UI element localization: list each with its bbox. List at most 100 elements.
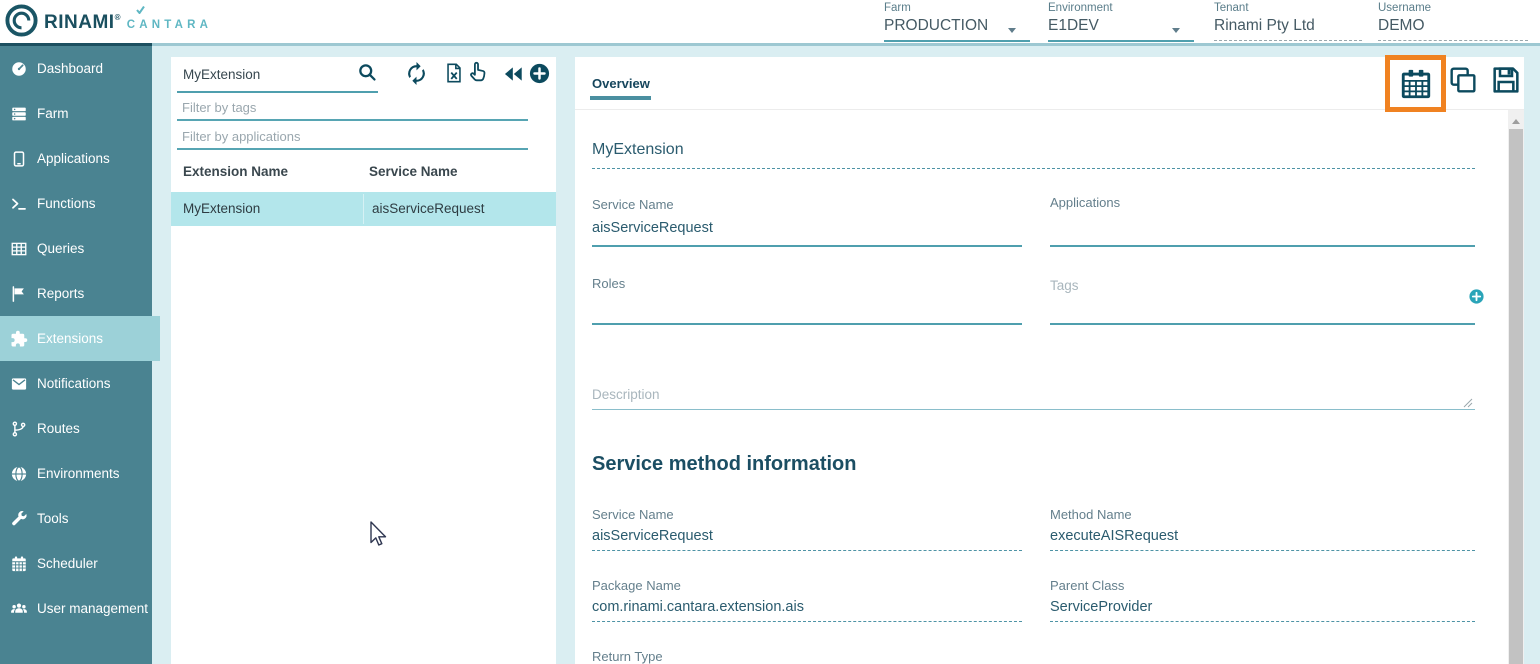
- chevron-down-icon[interactable]: [1172, 28, 1180, 33]
- applications-icon: [10, 150, 28, 168]
- method-service-name-value[interactable]: aisServiceRequest: [592, 528, 1022, 544]
- scrollbar-thumb[interactable]: [1509, 129, 1523, 664]
- scheduler-icon: [10, 555, 28, 573]
- sidebar-item-tools[interactable]: Tools: [0, 496, 152, 541]
- field-underline: [1378, 40, 1528, 41]
- sidebar-item-label: Functions: [37, 196, 96, 211]
- column-header-extension-name: Extension Name: [183, 164, 288, 179]
- header-divider-light: [152, 43, 1540, 46]
- sidebar-item-environments[interactable]: Environments: [0, 451, 152, 496]
- sidebar-item-label: Environments: [37, 466, 120, 481]
- field-underline: [592, 550, 1022, 551]
- environment-select[interactable]: Environment E1DEV: [1048, 2, 1194, 42]
- field-underline: [592, 323, 1022, 325]
- sidebar-item-dashboard[interactable]: Dashboard: [0, 46, 152, 91]
- search-icon[interactable]: [357, 62, 378, 83]
- field-underline: [1050, 323, 1475, 325]
- user-management-icon: [10, 600, 28, 618]
- export-excel-icon[interactable]: [443, 62, 465, 84]
- hand-pointer-icon[interactable]: [465, 60, 490, 85]
- mouse-cursor: [366, 520, 388, 552]
- table-row[interactable]: MyExtension aisServiceRequest: [171, 192, 556, 226]
- sidebar-item-label: Farm: [37, 106, 69, 121]
- sidebar-item-label: Scheduler: [37, 556, 98, 571]
- extension-list-panel: Extension Name Service Name MyExtension …: [171, 57, 556, 664]
- tab-overview[interactable]: Overview: [592, 76, 650, 91]
- service-name-label: Service Name: [592, 197, 1022, 212]
- column-header-service-name: Service Name: [369, 164, 458, 179]
- app-window: RINAMI® CANTARA Farm PRODUCTION Environm…: [0, 0, 1540, 664]
- username-label: Username: [1378, 2, 1528, 14]
- tenant-field[interactable]: Tenant Rinami Pty Ltd: [1214, 2, 1362, 42]
- logo-check-icon: [136, 6, 145, 14]
- functions-icon: [10, 195, 28, 213]
- field-underline: [1050, 621, 1475, 622]
- farm-select[interactable]: Farm PRODUCTION: [884, 2, 1030, 42]
- package-name-label: Package Name: [592, 578, 1022, 593]
- chevron-down-icon[interactable]: [1008, 28, 1016, 33]
- service-name-value[interactable]: aisServiceRequest: [592, 220, 1022, 236]
- package-name-value[interactable]: com.rinami.cantara.extension.ais: [592, 599, 1022, 615]
- sidebar-item-routes[interactable]: Routes: [0, 406, 152, 451]
- sidebar-item-queries[interactable]: Queries: [0, 226, 152, 271]
- tools-icon: [10, 510, 28, 528]
- sidebar-item-label: Dashboard: [37, 61, 103, 76]
- tenant-value: Rinami Pty Ltd: [1214, 17, 1362, 35]
- add-tag-icon[interactable]: [1468, 288, 1485, 305]
- sidebar-item-label: Reports: [37, 286, 84, 301]
- filter-applications-input[interactable]: [180, 128, 524, 145]
- tenant-label: Tenant: [1214, 2, 1362, 14]
- sidebar-item-functions[interactable]: Functions: [0, 181, 152, 226]
- reports-icon: [10, 285, 28, 303]
- app-logo: RINAMI® CANTARA: [4, 3, 212, 38]
- method-name-label: Method Name: [1050, 507, 1475, 522]
- refresh-icon[interactable]: [404, 61, 429, 86]
- environment-label: Environment: [1048, 2, 1194, 14]
- cell-divider: [363, 194, 364, 224]
- field-underline: [1048, 40, 1194, 42]
- return-type-label: Return Type: [592, 649, 1022, 664]
- routes-icon: [10, 420, 28, 438]
- filter-underline: [177, 148, 528, 150]
- sidebar-item-farm[interactable]: Farm: [0, 91, 152, 136]
- sidebar-item-notifications[interactable]: Notifications: [0, 361, 152, 406]
- username-field[interactable]: Username DEMO: [1378, 2, 1528, 42]
- copy-icon[interactable]: [1447, 64, 1479, 96]
- sidebar-item-label: Tools: [37, 511, 69, 526]
- parent-class-value[interactable]: ServiceProvider: [1050, 599, 1475, 615]
- sidebar-item-user-management[interactable]: User management: [0, 586, 152, 631]
- field-underline: [884, 40, 1030, 42]
- field-underline: [1050, 245, 1475, 247]
- sidebar-item-extensions[interactable]: Extensions: [0, 316, 160, 361]
- add-icon[interactable]: [528, 62, 551, 85]
- logo-line1: RINAMI: [44, 12, 115, 33]
- field-underline: [592, 621, 1022, 622]
- vertical-scrollbar[interactable]: [1508, 110, 1524, 664]
- sidebar-item-label: User management: [37, 601, 148, 616]
- registered-mark: ®: [115, 13, 121, 22]
- logo-mark-icon: [4, 3, 39, 38]
- resize-handle-icon[interactable]: [1463, 398, 1473, 408]
- tabbar-divider: [575, 109, 1524, 110]
- row-extension-name: MyExtension: [183, 201, 260, 216]
- parent-class-label: Parent Class: [1050, 578, 1475, 593]
- save-icon[interactable]: [1490, 64, 1522, 96]
- tags-placeholder[interactable]: Tags: [1050, 278, 1475, 293]
- farm-icon: [10, 105, 28, 123]
- sidebar-item-label: Queries: [37, 241, 84, 256]
- scroll-up-arrow[interactable]: [1512, 119, 1520, 124]
- method-name-value[interactable]: executeAISRequest: [1050, 528, 1475, 544]
- calendar-icon[interactable]: [1399, 67, 1433, 101]
- method-service-name-label: Service Name: [592, 507, 1022, 522]
- search-input[interactable]: [181, 66, 353, 83]
- filter-tags-input[interactable]: [180, 99, 524, 116]
- notifications-icon: [10, 375, 28, 393]
- rewind-icon[interactable]: [502, 63, 524, 85]
- sidebar-item-reports[interactable]: Reports: [0, 271, 152, 316]
- sidebar-item-applications[interactable]: Applications: [0, 136, 152, 181]
- field-underline: [1050, 550, 1475, 551]
- filter-underline: [177, 119, 528, 121]
- description-placeholder[interactable]: Description: [592, 387, 660, 402]
- extension-name-field[interactable]: MyExtension: [592, 141, 684, 159]
- sidebar-item-scheduler[interactable]: Scheduler: [0, 541, 152, 586]
